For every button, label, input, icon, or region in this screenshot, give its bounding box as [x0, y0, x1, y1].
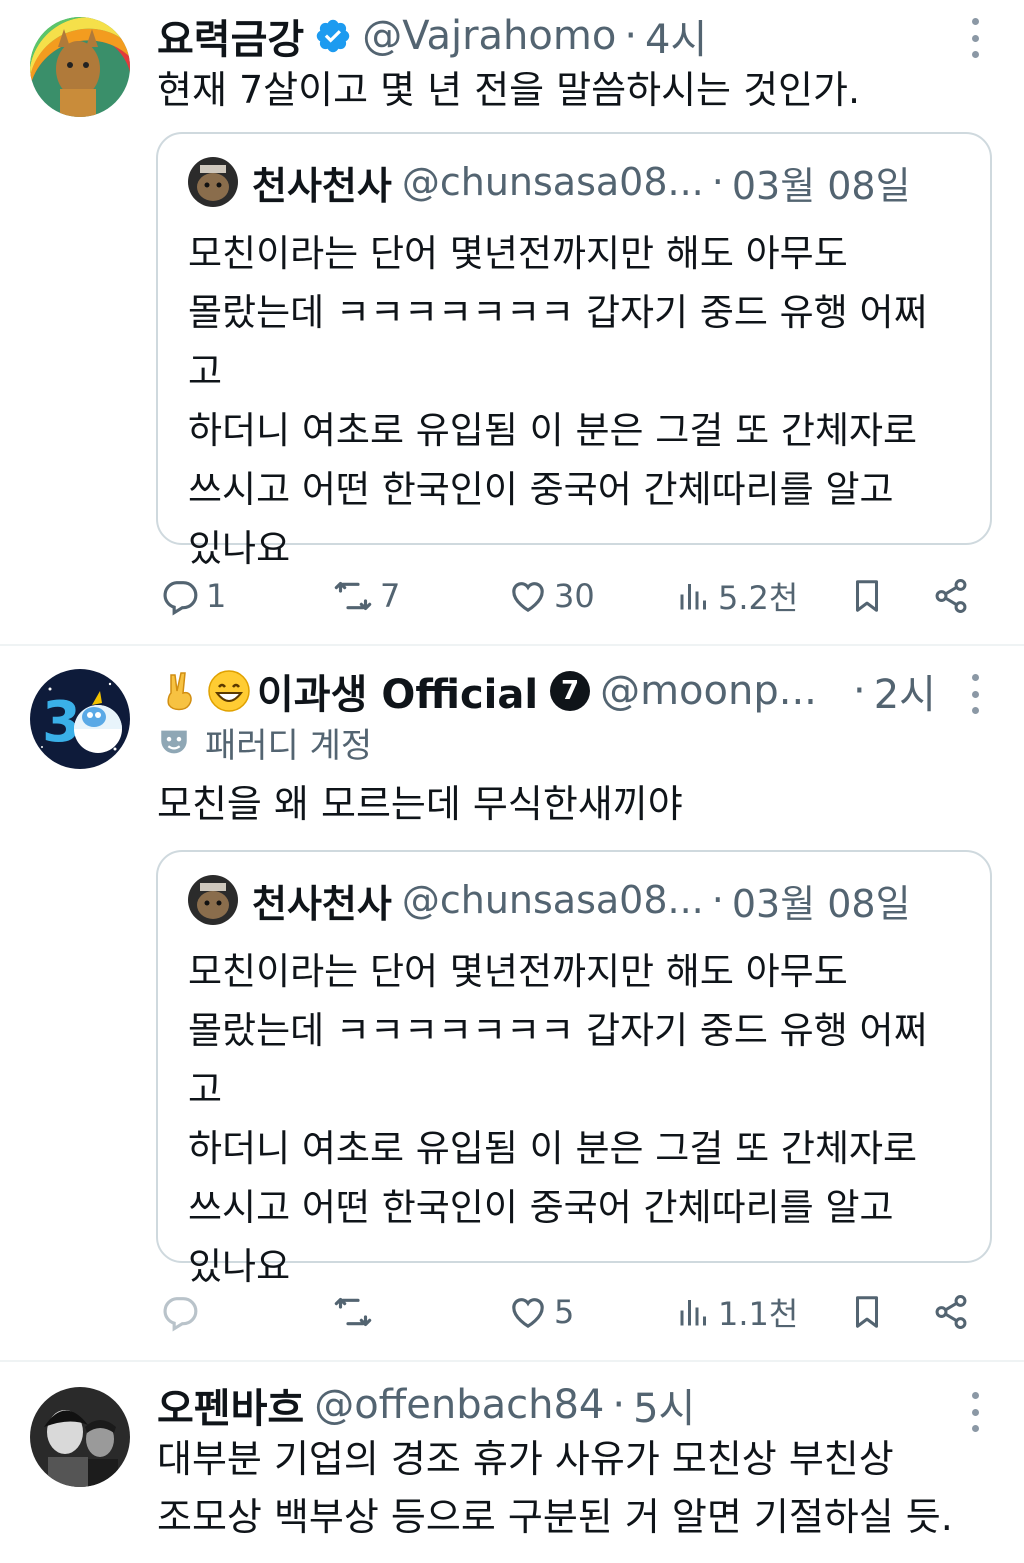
- quoted-avatar: [188, 875, 238, 925]
- quoted-tweet[interactable]: 천사천사 @chunsasa08... · 03월 08일 모친이라는 단어 몇…: [156, 850, 992, 1288]
- more-icon[interactable]: [960, 18, 990, 58]
- share-button[interactable]: [932, 566, 970, 626]
- retweet-icon: [334, 1297, 372, 1327]
- avatar-2[interactable]: 3: [30, 669, 130, 769]
- verified-icon: [314, 17, 352, 55]
- retweet-button[interactable]: 7: [332, 566, 400, 626]
- author-handle[interactable]: @offenbach84: [314, 1382, 604, 1428]
- tweet-3[interactable]: 오펜바흐 @offenbach84 · 5시 대부분 기업의 경조 휴가 사유가…: [0, 1362, 1024, 1563]
- parody-mask-icon: [157, 725, 191, 759]
- reply-icon: [163, 1297, 198, 1332]
- retweet-count: 7: [380, 577, 401, 615]
- more-icon[interactable]: [960, 674, 990, 714]
- views-icon: [680, 584, 706, 610]
- view-count: 5.2천: [718, 579, 799, 617]
- bookmark-icon: [855, 580, 879, 612]
- tweet-1[interactable]: 요력금강 @Vajrahomo · 4시 현재 7살이고 몇 년 전을 말씀하시…: [0, 0, 1024, 645]
- separator-dot: ·: [612, 1382, 626, 1428]
- separator-dot: ·: [853, 668, 866, 714]
- quoted-author-handle: @chunsasa08...: [401, 160, 704, 204]
- reply-button[interactable]: 1: [160, 566, 226, 626]
- tweet-text-line: 대부분 기업의 경조 휴가 사유가 모친상 부친상: [157, 1437, 894, 1481]
- quoted-timestamp: 03월 08일: [731, 881, 911, 926]
- like-icon: [512, 582, 544, 613]
- separator-dot: ·: [711, 160, 724, 204]
- like-count: 30: [554, 577, 595, 615]
- share-icon: [935, 1294, 967, 1330]
- separator-dot: ·: [624, 13, 638, 59]
- quoted-text-line: 몰랐는데 ㅋㅋㅋㅋㅋㅋㅋ 갑자기 중드 유행 어쩌고: [188, 1009, 928, 1111]
- author-handle[interactable]: @Vajrahomo: [362, 13, 616, 59]
- views-icon: [680, 1300, 706, 1326]
- bookmark-button[interactable]: [848, 566, 886, 626]
- quoted-text-line: 모친이라는 단어 몇년전까지만 해도 아무도: [188, 232, 848, 275]
- tweet-text: 현재 7살이고 몇 년 전을 말씀하시는 것인가.: [157, 68, 861, 112]
- like-button[interactable]: 5: [508, 1282, 574, 1342]
- like-button[interactable]: 30: [508, 566, 595, 626]
- tweet-text: 모친을 왜 모르는데 무식한새끼야: [157, 782, 683, 826]
- author-name[interactable]: 이과생 Official: [257, 663, 538, 719]
- tweet-text: 대부분 기업의 경조 휴가 사유가 모친상 부친상 조모상 백부상 등으로 구분…: [157, 1430, 984, 1546]
- quoted-avatar: [188, 157, 238, 207]
- tweet-2[interactable]: 3 이과생 Official 7 @moonp... · 2시 패러디 계정 모…: [0, 646, 1024, 1361]
- bookmark-icon: [855, 1296, 879, 1328]
- parody-account-label: 패러디 계정: [205, 725, 373, 766]
- avatar-3[interactable]: [30, 1387, 130, 1487]
- share-icon: [935, 578, 967, 614]
- retweet-icon: [334, 581, 372, 611]
- view-count: 1.1천: [718, 1295, 799, 1333]
- separator-dot: ·: [711, 878, 724, 922]
- victory-hand-icon: [157, 669, 201, 713]
- avatar-3-image: [30, 1387, 130, 1487]
- quoted-text-line: 모친이라는 단어 몇년전까지만 해도 아무도: [188, 950, 848, 993]
- bookmark-button[interactable]: [848, 1282, 886, 1342]
- avatar-1-image: [30, 17, 130, 117]
- more-icon[interactable]: [960, 1392, 990, 1432]
- retweet-button[interactable]: [332, 1282, 380, 1342]
- views-button[interactable]: 1.1천: [676, 1282, 798, 1342]
- timestamp[interactable]: 4시: [645, 8, 707, 64]
- like-icon: [512, 1298, 544, 1329]
- timestamp[interactable]: 2시: [874, 662, 936, 720]
- avatar-1[interactable]: [30, 17, 130, 117]
- action-bar: 5 1.1천: [0, 1282, 1024, 1342]
- reply-button[interactable]: [160, 1282, 206, 1342]
- affiliate-badge: 7: [550, 671, 591, 711]
- timestamp[interactable]: 5시: [633, 1377, 695, 1433]
- grinning-face-icon: [207, 669, 251, 713]
- tweet-text-line: 조모상 백부상 등으로 구분된 거 알면 기절하실 듯.: [157, 1495, 953, 1539]
- quoted-author-name: 천사천사: [252, 163, 392, 208]
- reply-count: 1: [206, 577, 227, 615]
- avatar-2-image: 3: [30, 669, 130, 769]
- action-bar: 1 7 30 5.2천: [0, 566, 1024, 626]
- quoted-text-line: 하더니 여초로 유입됨 이 분은 그걸 또 간체자로: [188, 1127, 918, 1170]
- author-name[interactable]: 오펜바흐: [157, 1377, 304, 1433]
- views-button[interactable]: 5.2천: [676, 566, 798, 626]
- author-handle[interactable]: @moonp...: [600, 668, 817, 714]
- quoted-text-line: 쓰시고 어떤 한국인이 중국어 간체따리를 알고: [188, 468, 894, 511]
- quoted-text: 모친이라는 단어 몇년전까지만 해도 아무도 몰랐는데 ㅋㅋㅋㅋㅋㅋㅋ 갑자기 …: [188, 942, 950, 1296]
- quoted-text-line: 하더니 여초로 유입됨 이 분은 그걸 또 간체자로: [188, 409, 918, 452]
- quoted-text-line: 쓰시고 어떤 한국인이 중국어 간체따리를 알고: [188, 1186, 894, 1229]
- quoted-text-line: 몰랐는데 ㅋㅋㅋㅋㅋㅋㅋ 갑자기 중드 유행 어쩌고: [188, 291, 928, 393]
- like-count: 5: [554, 1293, 575, 1331]
- quoted-tweet[interactable]: 천사천사 @chunsasa08... · 03월 08일 모친이라는 단어 몇…: [156, 132, 992, 570]
- quoted-text: 모친이라는 단어 몇년전까지만 해도 아무도 몰랐는데 ㅋㅋㅋㅋㅋㅋㅋ 갑자기 …: [188, 224, 950, 578]
- quoted-timestamp: 03월 08일: [731, 163, 911, 208]
- quoted-author-name: 천사천사: [252, 881, 392, 926]
- share-button[interactable]: [932, 1282, 970, 1342]
- reply-icon: [163, 581, 198, 616]
- author-name[interactable]: 요력금강: [157, 8, 304, 64]
- quoted-author-handle: @chunsasa08...: [401, 878, 704, 922]
